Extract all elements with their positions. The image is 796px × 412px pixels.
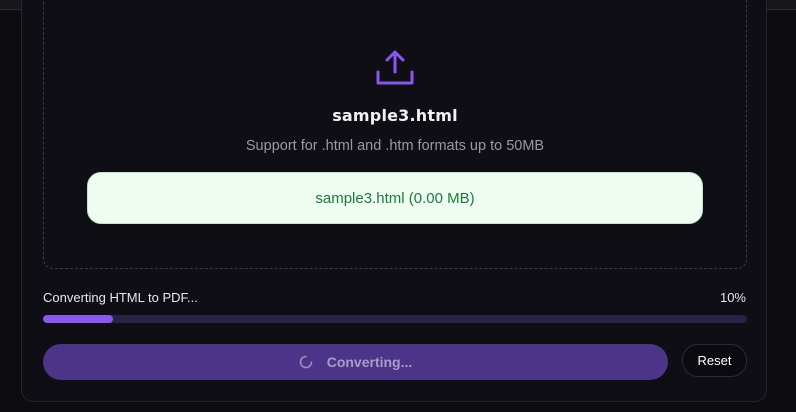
reset-button[interactable]: Reset	[682, 344, 747, 377]
convert-button[interactable]: Converting...	[43, 344, 668, 380]
convert-button-label: Converting...	[326, 354, 413, 370]
progress-fill	[43, 315, 114, 323]
selected-file-chip: sample3.html (0.00 MB)	[87, 172, 703, 224]
progress-percent-label: 10%	[719, 290, 746, 305]
file-title: sample3.html	[332, 106, 458, 125]
upload-icon	[376, 50, 414, 85]
progress-bar	[43, 315, 747, 323]
selected-file-label: sample3.html (0.00 MB)	[315, 189, 475, 207]
file-dropzone[interactable]	[43, 0, 747, 269]
conversion-status-label: Converting HTML to PDF...	[43, 290, 198, 305]
support-text: Support for .html and .htm formats up to…	[245, 138, 545, 154]
spinner-icon	[299, 355, 313, 369]
